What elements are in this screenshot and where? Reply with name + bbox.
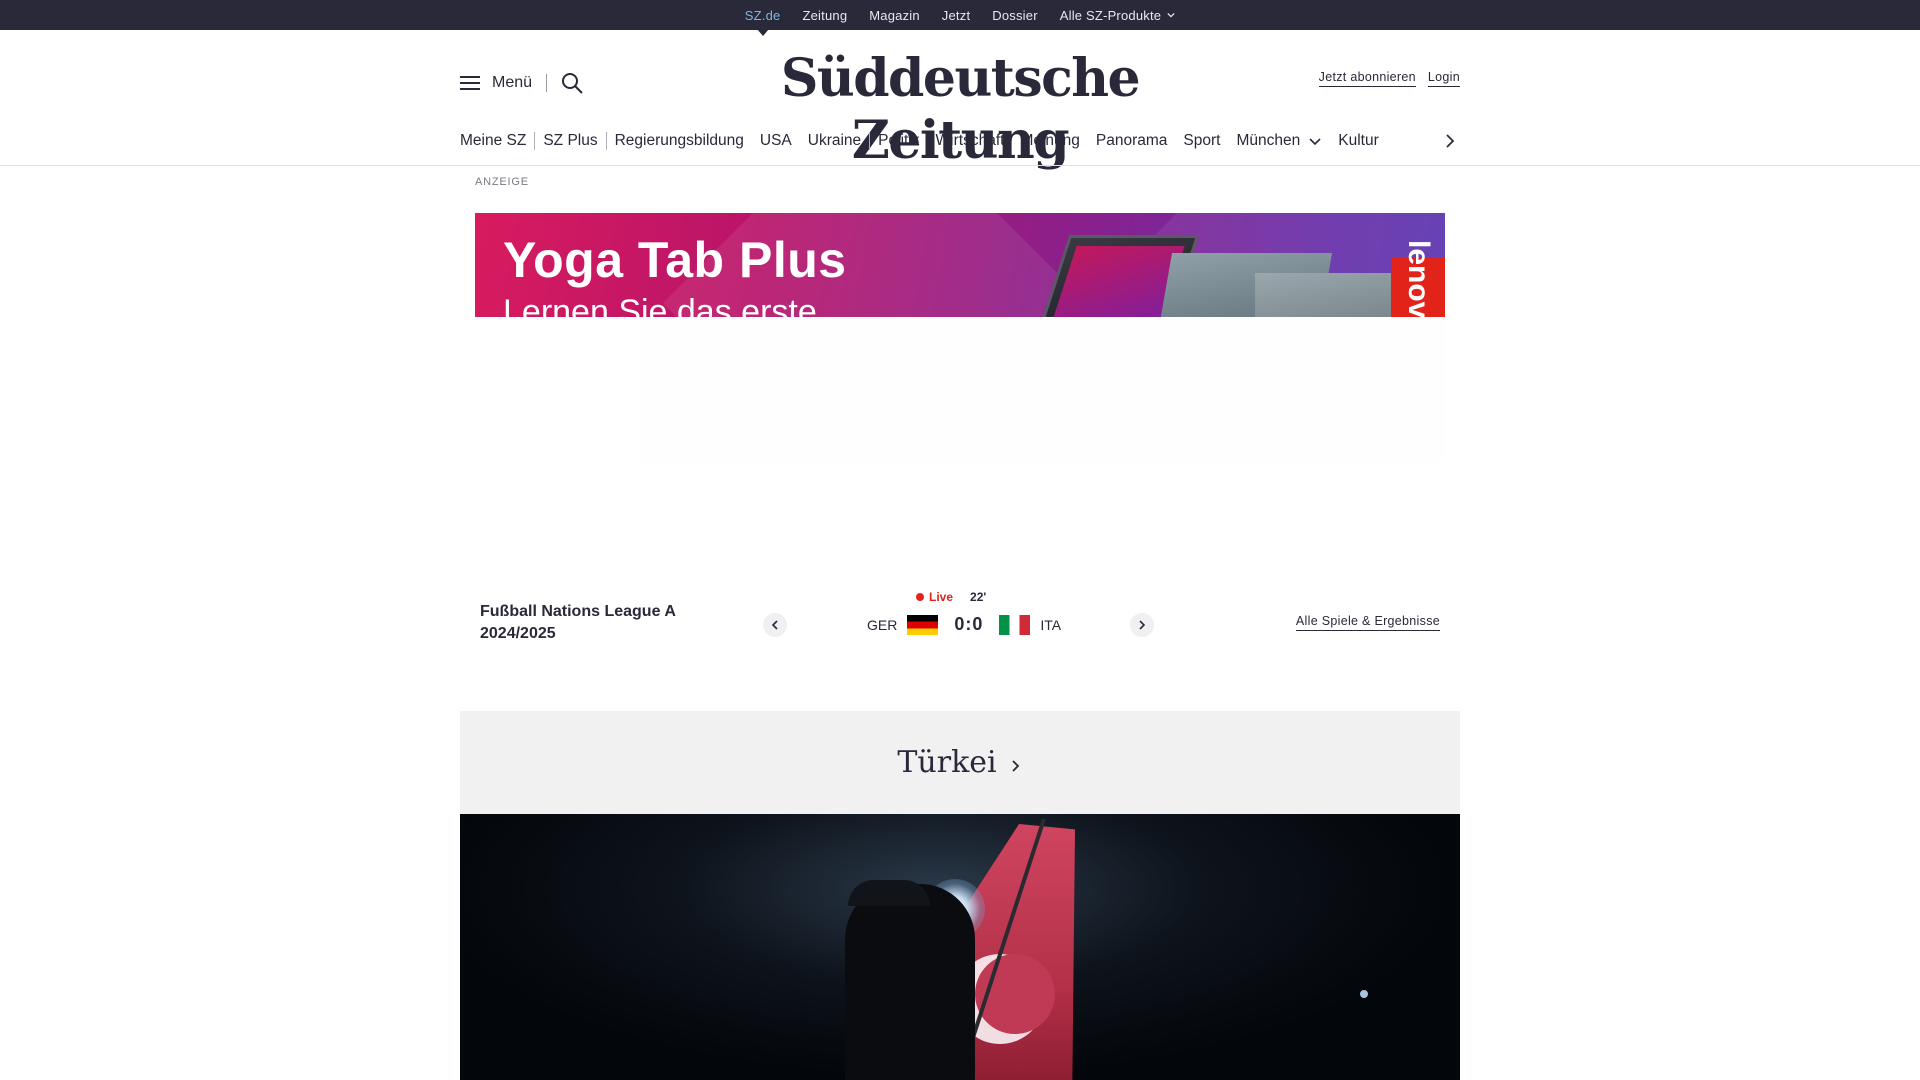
nav-item-ukraine[interactable]: Ukraine (808, 132, 861, 150)
nav-item-muenchen-label: München (1236, 132, 1301, 149)
nav-divider (0, 165, 1920, 166)
nav-item-meinung[interactable]: Meinung (1020, 132, 1079, 150)
product-link-sz-de[interactable]: SZ.de (734, 0, 792, 30)
site-header: Menü Süddeutsche Zeitung Jetzt abonniere… (460, 30, 1460, 171)
ad-placeholder (640, 317, 1445, 462)
ad-subtitle: Lernen Sie das erste (503, 293, 817, 317)
search-icon[interactable] (560, 71, 584, 95)
ad-brand-logo: lenovo (1391, 240, 1445, 317)
nav-item-politik[interactable]: Politik (878, 132, 919, 150)
subscribe-link[interactable]: Jetzt abonnieren (1318, 70, 1416, 87)
ad-banner[interactable]: Yoga Tab Plus Lernen Sie das erste lenov… (475, 213, 1445, 317)
match-score[interactable]: GER 0:0 ITA (867, 614, 1061, 635)
menu-label: Menü (492, 74, 533, 91)
away-team: ITA (1040, 616, 1062, 633)
account-links: Jetzt abonnieren Login (1318, 70, 1460, 87)
live-label: Live (929, 590, 954, 604)
topic-header[interactable]: Türkei (460, 711, 1460, 814)
ad-product-image (1255, 273, 1395, 317)
nav-item-sz-plus[interactable]: SZ Plus (543, 132, 597, 150)
menu-button[interactable]: Menü (460, 74, 532, 92)
nav-item-regierungsbildung[interactable]: Regierungsbildung (615, 132, 744, 150)
login-link[interactable]: Login (1427, 70, 1460, 87)
nav-separator (869, 132, 871, 150)
nav-separator (534, 132, 536, 150)
header-divider (546, 74, 547, 92)
nav-item-kultur[interactable]: Kultur (1338, 132, 1379, 150)
live-dot-icon (916, 593, 924, 601)
chevron-right-icon (1139, 620, 1146, 630)
nav-item-panorama[interactable]: Panorama (1096, 132, 1168, 150)
product-link-jetzt[interactable]: Jetzt (931, 0, 981, 30)
topic-title: Türkei (897, 745, 997, 780)
score-ticker: Fußball Nations League A 2024/2025 Live … (460, 580, 1460, 660)
ad-title: Yoga Tab Plus (503, 232, 847, 288)
nav-item-usa[interactable]: USA (760, 132, 792, 150)
ticker-prev-button[interactable] (763, 613, 787, 637)
ticker-next-button[interactable] (1130, 613, 1154, 637)
all-games-link[interactable]: Alle Spiele & Ergebnisse (1295, 614, 1440, 631)
product-link-zeitung[interactable]: Zeitung (791, 0, 858, 30)
nav-separator (605, 132, 607, 150)
product-dropdown-label: Alle SZ-Produkte (1059, 7, 1162, 23)
chevron-down-icon (1167, 12, 1175, 18)
chevron-right-icon (1011, 759, 1019, 772)
competition-title: Fußball Nations League A 2024/2025 (480, 603, 676, 642)
hamburger-icon (460, 76, 480, 90)
chevron-right-icon[interactable] (1440, 131, 1460, 151)
category-nav: Meine SZ SZ Plus Regierungsbildung USA U… (460, 127, 1460, 155)
home-team: GER (867, 616, 898, 633)
match-minute: 22' (970, 590, 987, 604)
hero-image[interactable] (460, 814, 1460, 1080)
chevron-down-icon (1309, 138, 1321, 146)
nav-item-sport[interactable]: Sport (1183, 132, 1220, 150)
product-dropdown-all[interactable]: Alle SZ-Produkte (1049, 0, 1186, 30)
nav-item-meine-sz[interactable]: Meine SZ (460, 132, 526, 150)
ad-label: ANZEIGE (475, 176, 529, 188)
live-indicator: Live 22' (916, 590, 986, 604)
germany-flag-icon (907, 614, 939, 635)
product-link-magazin[interactable]: Magazin (858, 0, 931, 30)
product-bar: SZ.de Zeitung Magazin Jetzt Dossier Alle… (0, 0, 1920, 30)
product-link-dossier[interactable]: Dossier (981, 0, 1048, 30)
italy-flag-icon (999, 614, 1031, 635)
nav-item-muenchen[interactable]: München (1236, 132, 1322, 150)
chevron-left-icon (771, 620, 778, 630)
nav-item-wirtschaft[interactable]: Wirtschaft (936, 132, 1005, 150)
score: 0:0 (954, 614, 984, 634)
